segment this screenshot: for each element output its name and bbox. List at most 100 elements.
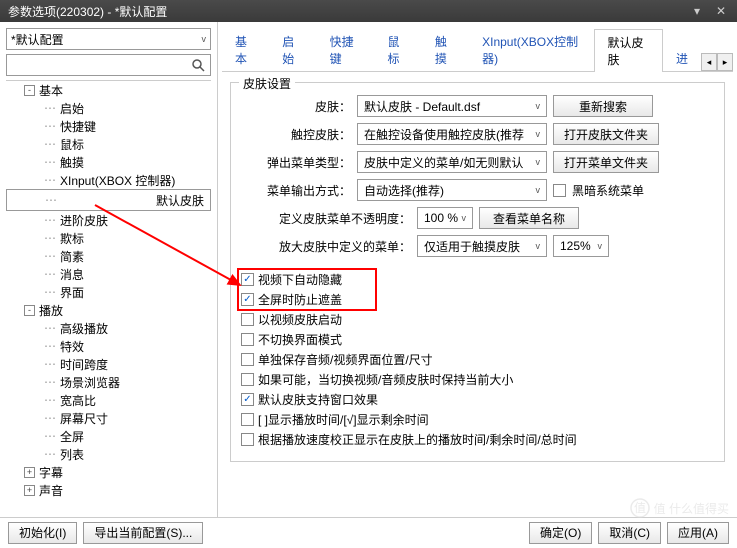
tree-item[interactable]: ⋯触摸: [6, 153, 211, 171]
tree-item[interactable]: ⋯特效: [6, 337, 211, 355]
tab[interactable]: 进: [663, 45, 701, 71]
watermark: 值 值 什么值得买: [630, 498, 729, 518]
tree-item[interactable]: ⋯默认皮肤: [6, 189, 211, 211]
tree-item-label: 屏幕尺寸: [60, 410, 108, 427]
tree-item-label: 列表: [60, 446, 84, 463]
tree-item-label: 全屏: [60, 428, 84, 445]
opacity-label: 定义皮肤菜单不透明度：: [241, 210, 411, 227]
tree-item[interactable]: ⋯XInput(XBOX 控制器): [6, 171, 211, 189]
category-tree[interactable]: -基本⋯启始⋯快捷键⋯鼠标⋯触摸⋯XInput(XBOX 控制器)⋯默认皮肤⋯进…: [6, 80, 211, 517]
touch-skin-select[interactable]: 在触控设备使用触控皮肤(推荐v: [357, 123, 547, 145]
checkbox[interactable]: ✓: [241, 293, 254, 306]
checkbox-row: 不切换界面模式: [241, 331, 714, 348]
tree-item-label: 基本: [39, 82, 63, 99]
rescan-button[interactable]: 重新搜索: [553, 95, 653, 117]
tree-item[interactable]: ⋯时间跨度: [6, 355, 211, 373]
collapse-icon[interactable]: -: [24, 305, 35, 316]
tab[interactable]: 默认皮肤: [594, 29, 663, 72]
open-skin-folder-button[interactable]: 打开皮肤文件夹: [553, 123, 659, 145]
checkbox[interactable]: [241, 413, 254, 426]
tree-item[interactable]: ⋯界面: [6, 283, 211, 301]
checkbox-label: 以视频皮肤启动: [258, 311, 342, 328]
checkbox[interactable]: ✓: [241, 273, 254, 286]
checkbox[interactable]: [241, 433, 254, 446]
bottom-bar: 初始化(I) 导出当前配置(S)... 确定(O) 取消(C) 应用(A): [0, 517, 737, 547]
tree-item-label: 播放: [39, 302, 63, 319]
tab[interactable]: 启始: [269, 28, 316, 71]
tree-item[interactable]: -基本: [6, 81, 211, 99]
tree-item[interactable]: ⋯列表: [6, 445, 211, 463]
preset-select[interactable]: *默认配置 v: [6, 28, 211, 50]
tab[interactable]: 快捷键: [317, 28, 375, 71]
tree-item[interactable]: ⋯高级播放: [6, 319, 211, 337]
tree-item[interactable]: ⋯全屏: [6, 427, 211, 445]
tree-item[interactable]: ⋯场景浏览器: [6, 373, 211, 391]
zoom-apply-select[interactable]: 仅适用于触摸皮肤v: [417, 235, 547, 257]
tree-item[interactable]: ⋯屏幕尺寸: [6, 409, 211, 427]
tree-item-label: 特效: [60, 338, 84, 355]
tree-item[interactable]: ⋯进阶皮肤: [6, 211, 211, 229]
checkbox-row: [ ]显示播放时间/[√]显示剩余时间: [241, 411, 714, 428]
skin-select[interactable]: 默认皮肤 - Default.dsfv: [357, 95, 547, 117]
close-button[interactable]: ✕: [709, 2, 733, 20]
tree-item[interactable]: ⋯鼠标: [6, 135, 211, 153]
tree-item[interactable]: ⋯消息: [6, 265, 211, 283]
chevron-down-icon: v: [536, 157, 541, 167]
zoom-pct-select[interactable]: 125%v: [553, 235, 609, 257]
checkbox[interactable]: [241, 333, 254, 346]
tab[interactable]: 鼠标: [375, 28, 422, 71]
tree-item[interactable]: + 字幕: [6, 463, 211, 481]
menu-type-select[interactable]: 皮肤中定义的菜单/如无则默认v: [357, 151, 547, 173]
tab-scroll-left[interactable]: ◂: [701, 53, 717, 71]
preset-value: *默认配置: [11, 31, 64, 48]
collapse-icon[interactable]: -: [24, 85, 35, 96]
tab[interactable]: 基本: [222, 28, 269, 71]
dark-menu-checkbox[interactable]: [553, 184, 566, 197]
tree-item[interactable]: ⋯启始: [6, 99, 211, 117]
tab-scroll-right[interactable]: ▸: [717, 53, 733, 71]
checkbox[interactable]: [241, 313, 254, 326]
tree-item[interactable]: ⋯快捷键: [6, 117, 211, 135]
expand-icon[interactable]: +: [24, 485, 35, 496]
chevron-down-icon: v: [536, 101, 541, 111]
tree-item-label: 字幕: [39, 464, 63, 481]
view-menu-names-button[interactable]: 查看菜单名称: [479, 207, 579, 229]
expand-icon[interactable]: +: [24, 467, 35, 478]
checkbox-label: 视频下自动隐藏: [258, 271, 342, 288]
checkbox-row: 根据播放速度校正显示在皮肤上的播放时间/剩余时间/总时间: [241, 431, 714, 448]
menu-output-select[interactable]: 自动选择(推荐)v: [357, 179, 547, 201]
tree-item[interactable]: +声音: [6, 481, 211, 499]
minimize-button[interactable]: ▾: [685, 2, 709, 20]
tree-item-label: 启始: [60, 100, 84, 117]
checkbox-label: [ ]显示播放时间/[√]显示剩余时间: [258, 411, 429, 428]
checkbox[interactable]: [241, 353, 254, 366]
tree-item-label: 鼠标: [60, 136, 84, 153]
checkbox[interactable]: ✓: [241, 393, 254, 406]
export-button[interactable]: 导出当前配置(S)...: [83, 522, 203, 544]
init-button[interactable]: 初始化(I): [8, 522, 77, 544]
title-bar: 参数选项(220302) - *默认配置 ▾ ✕: [0, 0, 737, 22]
search-input[interactable]: [6, 54, 211, 76]
tree-item[interactable]: -播放: [6, 301, 211, 319]
tab[interactable]: XInput(XBOX控制器): [469, 28, 594, 71]
settings-pane: 皮肤设置 皮肤： 默认皮肤 - Default.dsfv 重新搜索 触控皮肤： …: [218, 72, 737, 517]
svg-text:值: 值: [634, 500, 646, 515]
apply-button[interactable]: 应用(A): [667, 522, 729, 544]
sidebar: *默认配置 v -基本⋯启始⋯快捷键⋯鼠标⋯触摸⋯XInput(XBOX 控制器…: [0, 22, 218, 517]
checkbox[interactable]: [241, 373, 254, 386]
checkbox-label: 默认皮肤支持窗口效果: [258, 391, 378, 408]
search-icon[interactable]: [189, 56, 207, 74]
ok-button[interactable]: 确定(O): [529, 522, 592, 544]
tree-item[interactable]: ⋯欺标: [6, 229, 211, 247]
cancel-button[interactable]: 取消(C): [598, 522, 661, 544]
opacity-select[interactable]: 100 %v: [417, 207, 473, 229]
open-menu-folder-button[interactable]: 打开菜单文件夹: [553, 151, 659, 173]
tab[interactable]: 触摸: [422, 28, 469, 71]
checkbox-row: 如果可能，当切换视频/音频皮肤时保持当前大小: [241, 371, 714, 388]
tabs: 基本启始快捷键鼠标触摸XInput(XBOX控制器)默认皮肤进 ◂ ▸: [222, 28, 733, 72]
tree-item[interactable]: ⋯简素: [6, 247, 211, 265]
tree-item[interactable]: ⋯宽高比: [6, 391, 211, 409]
window-title: 参数选项(220302) - *默认配置: [4, 3, 685, 20]
skin-label: 皮肤：: [241, 98, 351, 115]
tree-item-label: 简素: [60, 248, 84, 265]
